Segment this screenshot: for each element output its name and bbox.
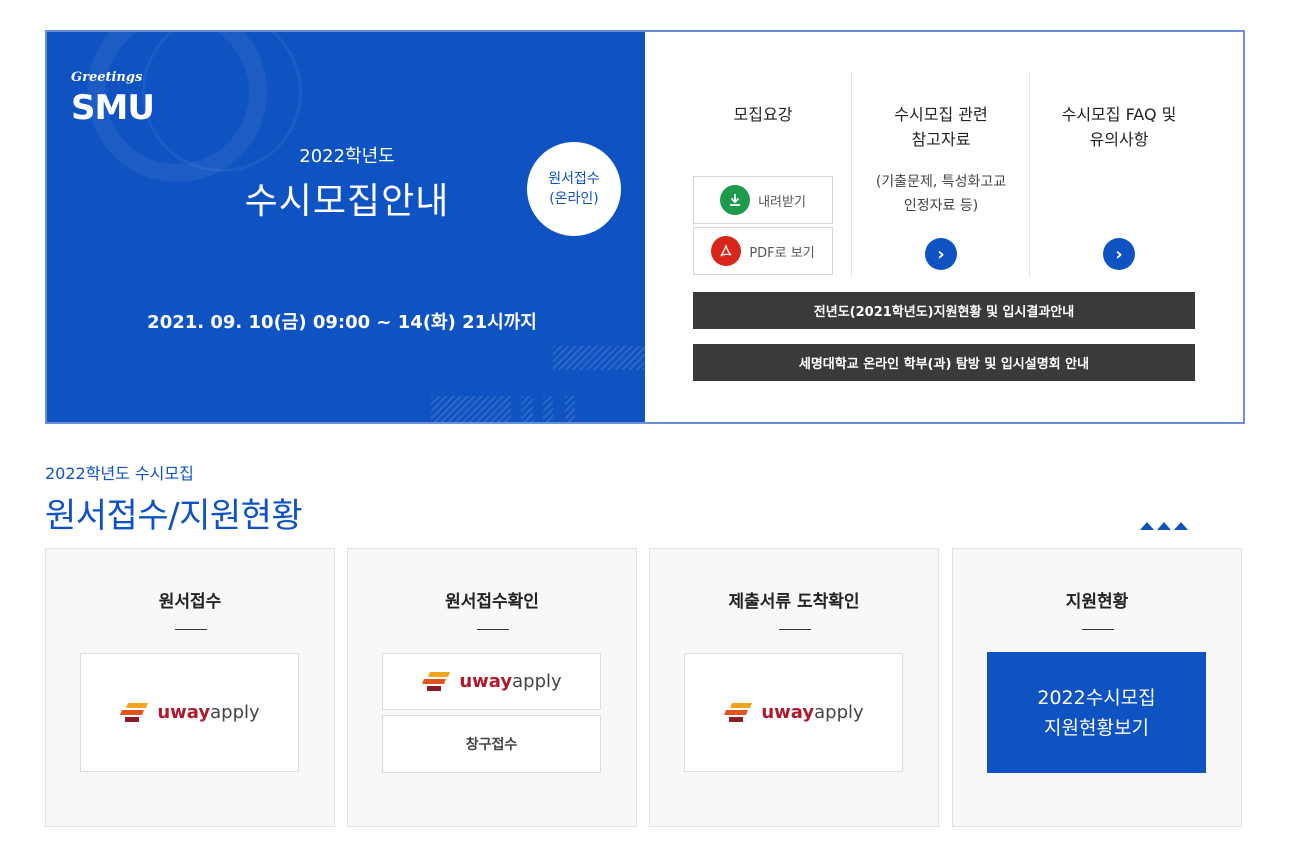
card-application-status: 지원현황 2022수시모집 지원현황보기 (952, 548, 1242, 827)
apply-text: apply (512, 671, 562, 692)
card-divider (1082, 629, 1114, 630)
download-label: 내려받기 (758, 194, 806, 210)
decor-hatch-3 (521, 396, 533, 422)
uway-mark-icon (723, 701, 753, 725)
reference-note-line1: (기출문제, 특성화고교 (875, 174, 1007, 190)
window-application-button[interactable]: 창구접수 (382, 715, 601, 773)
view-application-status-button[interactable]: 2022수시모집 지원현황보기 (987, 652, 1206, 773)
decor-hatch-4 (543, 396, 553, 422)
window-application-label: 창구접수 (465, 737, 518, 753)
card-title: 원서접수확인 (445, 592, 539, 612)
faq-title-line2: 유의사항 (1089, 130, 1149, 149)
application-period: 2021. 09. 10(금) 09:00 ~ 14(화) 21시까지 (147, 312, 537, 333)
triangle-up-icon (1174, 522, 1188, 530)
pdf-label: PDF로 보기 (749, 245, 815, 261)
uwayapply-link[interactable]: uway apply (382, 653, 601, 710)
download-icon (720, 185, 751, 215)
online-badge-line2: (온라인) (549, 191, 599, 207)
apply-text: apply (210, 702, 260, 723)
greetings-text: Greetings (71, 70, 143, 85)
reference-title-line2: 참고자료 (911, 130, 971, 149)
faq-chevron-right-icon[interactable]: › (1103, 238, 1135, 270)
pdf-view-button[interactable]: PDF로 보기 (693, 227, 833, 275)
uwayapply-logo: uway apply (421, 670, 562, 694)
banner-hero: Greetings SMU 2022학년도 수시모집안내 원서접수 (온라인) … (47, 32, 645, 422)
decor-hatch-2 (431, 396, 511, 422)
uwayapply-link[interactable]: uway apply (684, 653, 903, 772)
decor-hatch-1 (553, 346, 645, 370)
card-title: 원서접수 (158, 592, 222, 612)
uway-text: uway (761, 702, 815, 723)
admission-banner: Greetings SMU 2022학년도 수시모집안내 원서접수 (온라인) … (45, 30, 1245, 424)
card-title: 지원현황 (1065, 592, 1129, 612)
card-application-check: 원서접수확인 uway apply 창구접수 (347, 548, 637, 827)
uway-mark-icon (421, 670, 451, 694)
uway-text: uway (459, 671, 513, 692)
uwayapply-logo: uway apply (119, 701, 260, 725)
card-document-arrival: 제출서류 도착확인 uway apply (649, 548, 939, 827)
pdf-icon (711, 236, 742, 266)
card-application: 원서접수 uway apply (45, 548, 335, 827)
uwayapply-link[interactable]: uway apply (80, 653, 299, 772)
section-subtitle: 2022학년도 수시모집 (45, 464, 194, 483)
uway-mark-icon (119, 701, 149, 725)
previous-results-button[interactable]: 전년도(2021학년도)지원현황 및 입시결과안내 (693, 292, 1195, 329)
download-button[interactable]: 내려받기 (693, 176, 833, 224)
card-title: 제출서류 도착확인 (728, 592, 860, 612)
column-divider (1029, 72, 1030, 278)
triangle-up-icon (1157, 522, 1171, 530)
uwayapply-logo: uway apply (723, 701, 864, 725)
online-badge-line1: 원서접수 (548, 171, 600, 187)
briefing-session-button[interactable]: 세명대학교 온라인 학부(과) 탐방 및 입시설명회 안내 (693, 344, 1195, 381)
status-button-line1: 2022수시모집 (1037, 686, 1156, 709)
faq-title-line1: 수시모집 FAQ 및 (1061, 105, 1177, 124)
online-application-badge[interactable]: 원서접수 (온라인) (527, 142, 621, 236)
card-divider (175, 629, 207, 630)
column-divider (851, 72, 852, 278)
smu-logo: SMU (71, 88, 155, 128)
card-divider (477, 629, 509, 630)
card-divider (779, 629, 811, 630)
reference-title-line1: 수시모집 관련 (894, 105, 988, 124)
decor-hatch-5 (565, 396, 575, 422)
triangle-up-icon (1140, 522, 1154, 530)
guide-title: 모집요강 (733, 105, 793, 124)
banner-links: 모집요강 내려받기 PDF로 보기 수시모집 관련 참고자료 (기출문제, 특성… (645, 32, 1245, 422)
reference-note-line2: 인정자료 등) (903, 198, 979, 214)
banner-title: 수시모집안내 (244, 181, 450, 222)
uway-text: uway (157, 702, 211, 723)
section-title: 원서접수/지원현황 (45, 496, 303, 536)
reference-chevron-right-icon[interactable]: › (925, 238, 957, 270)
status-button-line2: 지원현황보기 (1044, 716, 1149, 739)
apply-text: apply (814, 702, 864, 723)
banner-year: 2022학년도 (299, 146, 395, 167)
